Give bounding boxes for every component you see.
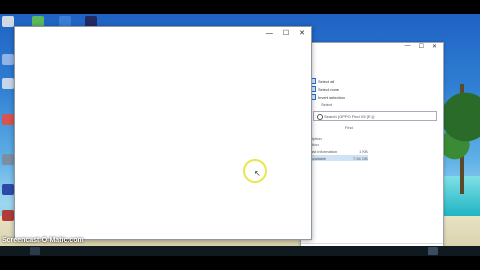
explorer-window[interactable]: — ☐ ✕ Select all Select none Invert sele… [300, 42, 444, 252]
minimize-button[interactable]: — [405, 43, 411, 53]
minimize-button[interactable]: — [266, 30, 273, 37]
select-all-option[interactable]: Select all [310, 78, 334, 84]
blank-window-titlebar: — ☐ ✕ [15, 27, 311, 39]
invert-selection-option[interactable]: Invert selection [310, 94, 345, 100]
search-placeholder: Search (OPPO Find X5 (E:)) [324, 113, 375, 119]
desktop-icon-app-9[interactable] [1, 210, 15, 221]
maximize-button[interactable]: ☐ [283, 29, 289, 37]
explorer-titlebar: — ☐ ✕ [301, 43, 443, 53]
find-group-label: Find [345, 125, 353, 130]
select-group-label: Select [321, 102, 333, 107]
blank-window[interactable]: — ☐ ✕ [14, 26, 312, 240]
select-none-option[interactable]: Select none [310, 86, 339, 92]
taskbar [0, 246, 480, 256]
maximize-button[interactable]: ☐ [419, 43, 424, 53]
screencast-watermark: Screencast-O-Matic.com [2, 237, 84, 244]
desktop-icon-app-4[interactable] [1, 54, 15, 65]
detail-value-4: 7.54 GB [353, 156, 368, 161]
detail-label-4: Available [310, 156, 327, 161]
invert-selection-label: Invert selection [318, 94, 345, 100]
select-none-label: Select none [318, 86, 340, 92]
desktop-icon-app-8[interactable] [1, 184, 15, 195]
close-button[interactable]: ✕ [299, 29, 305, 37]
detail-label-3: last information [310, 149, 338, 154]
desktop: — ☐ ✕ Select all Select none Invert sele… [0, 14, 480, 256]
desktop-icon-app-5[interactable] [1, 78, 15, 89]
taskbar-app-2[interactable] [428, 247, 438, 255]
desktop-icon-app-6[interactable] [1, 114, 15, 125]
desktop-icon-recycle-bin[interactable] [1, 16, 15, 27]
close-button[interactable]: ✕ [432, 43, 437, 53]
taskbar-app-1[interactable] [30, 247, 40, 255]
detail-value-3: 1 KB [359, 149, 368, 154]
wallpaper-palm [444, 84, 480, 194]
search-input[interactable]: Search (OPPO Find X5 (E:)) [313, 111, 437, 121]
search-icon [317, 114, 323, 120]
desktop-icon-app-7[interactable] [1, 154, 15, 165]
mouse-cursor-icon: ↖ [254, 169, 261, 178]
select-all-label: Select all [318, 78, 335, 84]
